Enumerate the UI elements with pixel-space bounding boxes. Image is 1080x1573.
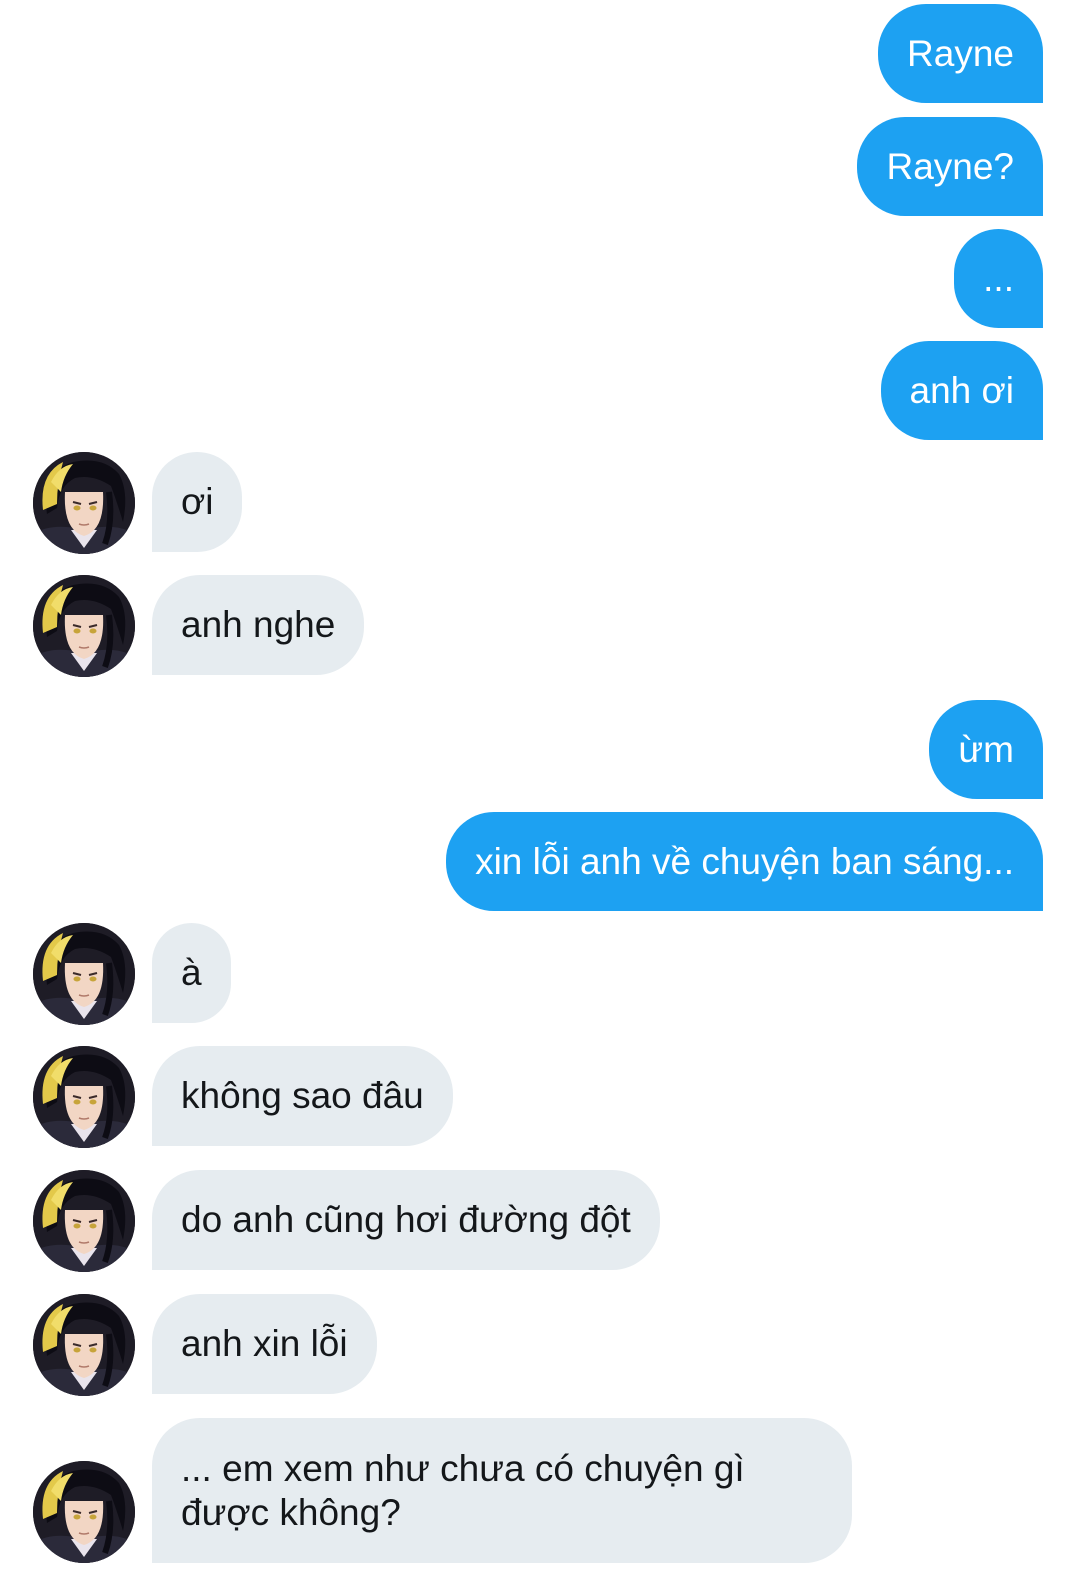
received-message[interactable]: không sao đâu (152, 1046, 453, 1146)
avatar-image (33, 575, 135, 677)
message-text: xin lỗi anh về chuyện ban sáng... (475, 840, 1014, 882)
contact-avatar[interactable] (33, 452, 135, 554)
contact-avatar[interactable] (33, 1294, 135, 1396)
message-text: anh ơi (909, 369, 1015, 411)
message-text: ừm (958, 728, 1014, 770)
sent-message[interactable]: Rayne? (857, 117, 1043, 216)
contact-avatar[interactable] (33, 1046, 135, 1148)
avatar-image (33, 1294, 135, 1396)
sent-message[interactable]: xin lỗi anh về chuyện ban sáng... (446, 812, 1043, 911)
message-text: anh nghe (181, 604, 336, 645)
sent-message[interactable]: anh ơi (880, 341, 1043, 440)
message-text: Rayne? (886, 145, 1014, 187)
message-text: ... (983, 257, 1014, 299)
message-text: do anh cũng hơi đường đột (181, 1199, 631, 1240)
received-message[interactable]: anh xin lỗi (152, 1294, 377, 1394)
received-message[interactable]: ... em xem như chưa có chuyện gì được kh… (152, 1418, 852, 1563)
contact-avatar[interactable] (33, 575, 135, 677)
contact-avatar[interactable] (33, 923, 135, 1025)
avatar-image (33, 923, 135, 1025)
message-text: ơi (181, 481, 214, 522)
received-message[interactable]: ơi (152, 452, 243, 552)
received-message[interactable]: à (152, 923, 231, 1023)
message-text: Rayne (907, 32, 1014, 74)
sent-message[interactable]: Rayne (878, 4, 1043, 103)
message-text: à (181, 952, 202, 993)
received-message[interactable]: anh nghe (152, 575, 365, 675)
avatar-image (33, 1461, 135, 1563)
avatar-image (33, 1046, 135, 1148)
received-message[interactable]: do anh cũng hơi đường đột (152, 1170, 660, 1270)
sent-message[interactable]: ừm (929, 700, 1043, 799)
message-text: không sao đâu (181, 1075, 424, 1116)
sent-message[interactable]: ... (954, 229, 1043, 328)
message-text: anh xin lỗi (181, 1323, 348, 1364)
avatar-image (33, 1170, 135, 1272)
contact-avatar[interactable] (33, 1170, 135, 1272)
avatar-image (33, 452, 135, 554)
contact-avatar[interactable] (33, 1461, 135, 1563)
message-text: ... em xem như chưa có chuyện gì được kh… (181, 1447, 745, 1533)
